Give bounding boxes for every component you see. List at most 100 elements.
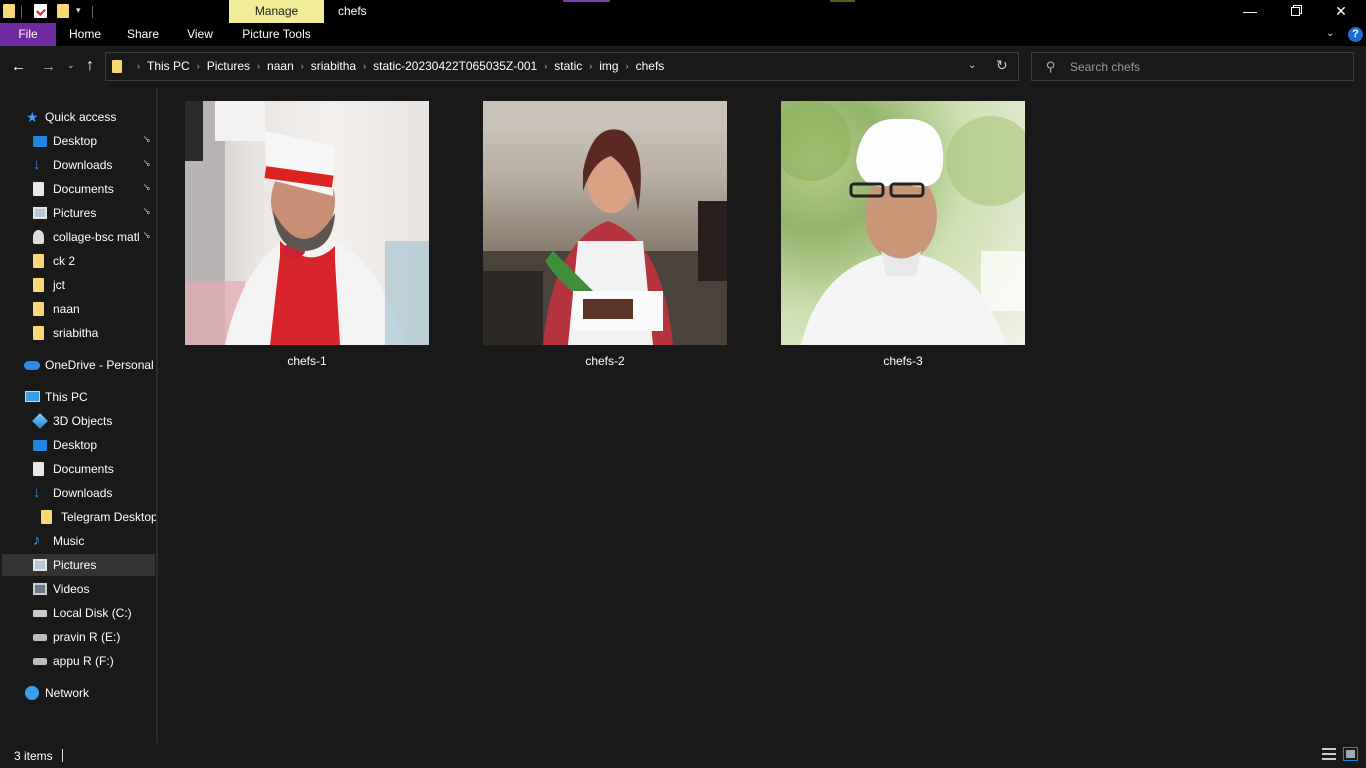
help-icon[interactable]: ?	[1348, 27, 1363, 42]
breadcrumb-separator-icon[interactable]: ›	[197, 61, 200, 71]
breadcrumb-separator-icon[interactable]: ›	[589, 61, 592, 71]
sidebar-item-label: This PC	[45, 390, 88, 404]
address-dropdown-icon[interactable]: ⌄	[968, 60, 976, 71]
sidebar-item-label: pravin R (E:)	[53, 630, 121, 644]
minimize-button[interactable]: —	[1227, 0, 1273, 23]
breadcrumb-item[interactable]: Pictures	[207, 59, 250, 73]
back-button[interactable]: ←	[11, 58, 26, 75]
tab-home[interactable]: Home	[56, 23, 114, 46]
sidebar-item-onedrive[interactable]: OneDrive - Personal	[2, 354, 155, 376]
address-bar[interactable]: › This PC › Pictures › naan › sriabitha › static-…	[105, 52, 1019, 81]
sidebar-item-label: Documents	[53, 182, 114, 196]
breadcrumb-item[interactable]: static-20230422T065035Z-001	[373, 59, 537, 73]
pin-icon[interactable]: ⊸	[139, 157, 153, 171]
documents-icon	[33, 462, 44, 476]
sidebar-item[interactable]: Desktop	[2, 434, 155, 456]
details-view-icon[interactable]	[1322, 748, 1336, 760]
restore-icon	[1290, 7, 1300, 16]
documents-icon	[33, 182, 44, 196]
pin-icon[interactable]: ⊸	[139, 229, 153, 243]
new-folder-icon[interactable]	[57, 4, 69, 18]
sidebar-item[interactable]: Pictures	[2, 554, 155, 576]
breadcrumb-item[interactable]: chefs	[636, 59, 665, 73]
breadcrumb-item[interactable]: img	[599, 59, 618, 73]
chef-photo-image	[483, 101, 727, 345]
pin-icon[interactable]: ⊸	[139, 205, 153, 219]
restore-button[interactable]	[1272, 0, 1318, 23]
breadcrumb-separator-icon[interactable]: ›	[363, 61, 366, 71]
sidebar-item[interactable]: 3D Objects	[2, 410, 155, 432]
title-accent	[830, 0, 855, 2]
sidebar-item-quick-access[interactable]: ★ Quick access	[2, 106, 155, 128]
sidebar-item-label: Local Disk (C:)	[53, 606, 132, 620]
breadcrumb-item[interactable]: naan	[267, 59, 294, 73]
sidebar-item-label: Videos	[53, 582, 90, 596]
quick-access-folder-icon[interactable]	[3, 4, 15, 18]
breadcrumb-separator-icon[interactable]: ›	[626, 61, 629, 71]
large-icons-view-icon[interactable]	[1343, 747, 1358, 761]
breadcrumb-item[interactable]: sriabitha	[311, 59, 356, 73]
chef-photo-thumbnail	[483, 101, 727, 345]
tab-view[interactable]: View	[172, 23, 228, 46]
sidebar-item-label: Downloads	[53, 486, 113, 500]
sidebar-item[interactable]: Telegram Desktop	[2, 506, 158, 528]
desktop-icon	[33, 440, 47, 451]
sidebar-item-label: OneDrive - Personal	[45, 358, 154, 372]
sidebar-item[interactable]: pravin R (E:)	[2, 626, 155, 648]
breadcrumb-separator-icon[interactable]: ›	[257, 61, 260, 71]
sidebar-item-label: Desktop	[53, 438, 98, 452]
sidebar-item-label: Documents	[53, 462, 114, 476]
properties-icon[interactable]	[34, 4, 47, 18]
tab-picture-tools[interactable]: Picture Tools	[229, 23, 324, 46]
sidebar-item-network[interactable]: Network	[2, 682, 155, 704]
navigation-pane: ★ Quick access OneDrive - Personal This …	[0, 88, 158, 743]
manage-context-tab[interactable]: Manage	[229, 0, 324, 23]
sidebar-item-label: Telegram Desktop	[61, 510, 158, 524]
folder-icon	[33, 254, 44, 268]
sidebar-item[interactable]: collage-bsc matl ⊸	[2, 226, 155, 248]
tab-file[interactable]: File	[0, 23, 56, 46]
tab-share[interactable]: Share	[114, 23, 172, 46]
sidebar-item[interactable]: Desktop ⊸	[2, 130, 155, 152]
sidebar-item[interactable]: ↓ Downloads	[2, 482, 155, 504]
sidebar-item[interactable]: ♪ Music	[2, 530, 155, 552]
chef-photo-image	[185, 101, 429, 345]
sidebar-item[interactable]: Documents ⊸	[2, 178, 155, 200]
breadcrumb-separator-icon[interactable]: ›	[137, 61, 140, 71]
file-name: chefs-1	[287, 354, 327, 368]
pin-icon[interactable]: ⊸	[139, 133, 153, 147]
sidebar-item-label: sriabitha	[53, 326, 99, 340]
sidebar-item[interactable]: Pictures ⊸	[2, 202, 155, 224]
sidebar-item[interactable]: Local Disk (C:)	[2, 602, 155, 624]
sidebar-item[interactable]: naan	[2, 298, 155, 320]
music-icon: ♪	[33, 532, 41, 549]
network-icon	[25, 686, 39, 700]
customize-toolbar-dropdown-icon[interactable]: ▾	[76, 5, 81, 20]
expand-ribbon-icon[interactable]: ⌄	[1326, 28, 1334, 39]
sidebar-item[interactable]: ↓ Downloads ⊸	[2, 154, 155, 176]
breadcrumb-separator-icon[interactable]: ›	[301, 61, 304, 71]
search-box[interactable]: ⚲	[1031, 52, 1354, 81]
breadcrumb-item[interactable]: This PC	[147, 59, 190, 73]
breadcrumb-item[interactable]: static	[554, 59, 582, 73]
sidebar-item-this-pc[interactable]: This PC	[2, 386, 155, 408]
sidebar-item[interactable]: appu R (F:)	[2, 650, 155, 672]
up-button[interactable]: ↑	[86, 57, 94, 75]
breadcrumb-separator-icon[interactable]: ›	[544, 61, 547, 71]
quick-access-star-icon: ★	[26, 109, 39, 125]
close-button[interactable]: ✕	[1318, 0, 1364, 23]
sidebar-item[interactable]: jct	[2, 274, 155, 296]
sidebar-item[interactable]: Documents	[2, 458, 155, 480]
sidebar-item[interactable]: Videos	[2, 578, 155, 600]
forward-button[interactable]: →	[41, 58, 56, 75]
chef-photo-thumbnail	[185, 101, 429, 345]
sidebar-item[interactable]: sriabitha	[2, 322, 155, 344]
recent-locations-dropdown-icon[interactable]: ⌄	[67, 60, 75, 71]
breadcrumb: › This PC › Pictures › naan › sriabitha › static-…	[130, 59, 664, 73]
pin-icon[interactable]: ⊸	[139, 181, 153, 195]
refresh-icon[interactable]: ↻	[996, 57, 1008, 74]
sidebar-item-label: collage-bsc matl	[53, 230, 140, 244]
search-input[interactable]	[1070, 58, 1340, 76]
sidebar-item-label: naan	[53, 302, 80, 316]
sidebar-item[interactable]: ck 2	[2, 250, 155, 272]
